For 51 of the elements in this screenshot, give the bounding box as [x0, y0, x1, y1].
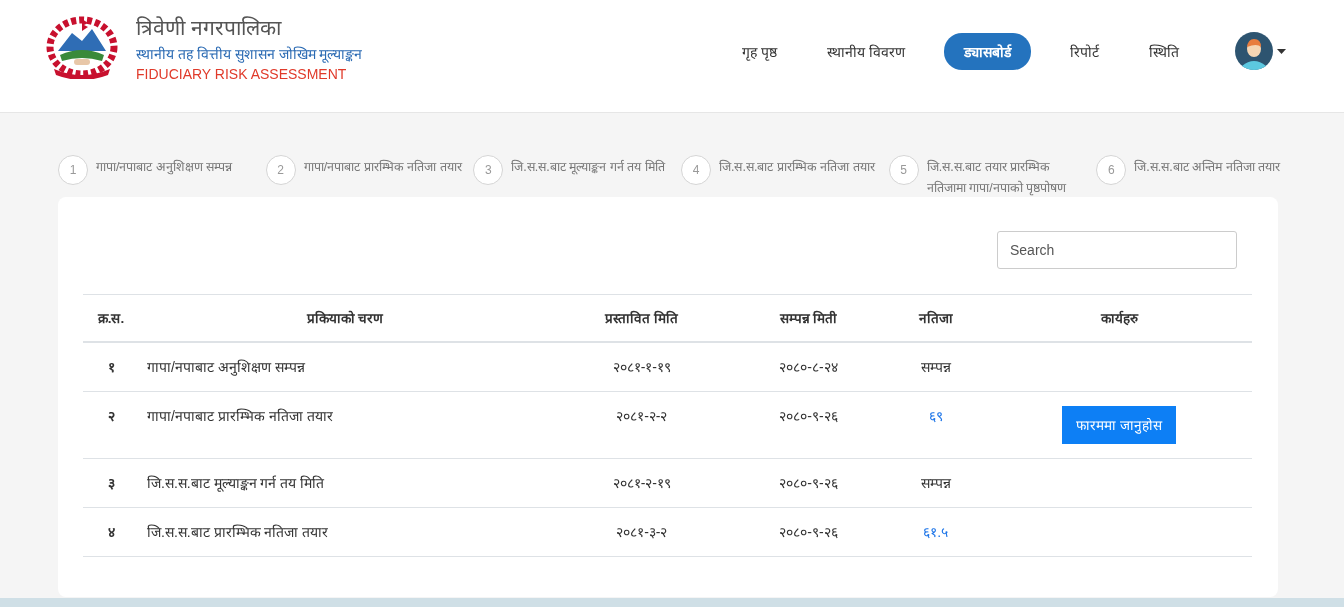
column-header: प्रकियाको चरण [139, 294, 552, 342]
nav-link[interactable]: गृह पृष्ठ [731, 33, 789, 69]
table-cell: २०८१-२-१९ [612, 475, 671, 491]
table-cell: जि.स.स.बाट मूल्याङ्कन गर्न तय मिति [147, 475, 325, 491]
app-subtitle: स्थानीय तह वित्तीय सुशासन जोखिम मूल्याङ्कन [136, 44, 363, 63]
step-number: 3 [473, 155, 504, 185]
column-header: सम्पन्न मिती [732, 294, 885, 342]
nav-link[interactable]: स्थानीय विवरण [816, 33, 916, 69]
go-to-form-button[interactable]: फारममा जानुहोस [1062, 406, 1177, 444]
table-cell: २०८०-९-२६ [779, 475, 838, 491]
table-cell: गापा/नपाबाट प्रारम्भिक नतिजा तयार [147, 408, 333, 424]
caret-icon[interactable] [1277, 48, 1286, 54]
table-cell: २०८१-१-१९ [612, 359, 671, 375]
column-header: प्रस्तावित मिति [551, 294, 733, 342]
step-label: जि.स.स.बाट तयार प्रारम्भिक नतिजामा गापा/नपाको पृष्ठपोषण [926, 158, 1068, 198]
step-number: 6 [1096, 155, 1127, 185]
column-header: कार्यहरु [986, 294, 1252, 342]
step-label: जि.स.स.बाट प्रारम्भिक नतिजा तयार [719, 158, 875, 176]
table-cell: ३ [107, 475, 115, 491]
step-number: 2 [265, 155, 296, 185]
step-label: गापा/नपाबाट अनुशिक्षण सम्पन्न [96, 158, 233, 177]
nav-link[interactable]: ड्यासबोर्ड [944, 32, 1031, 70]
step-number: 1 [58, 155, 88, 185]
table-cell: ४ [107, 524, 115, 540]
table-cell: गापा/नपाबाट अनुशिक्षण सम्पन्न [147, 359, 305, 375]
table-cell: जि.स.स.बाट प्रारम्भिक नतिजा तयार [147, 524, 329, 540]
table-cell: सम्पन्न [920, 359, 951, 375]
nav-link[interactable]: स्थिति [1138, 33, 1190, 69]
step-label: जि.स.स.बाट मूल्याङ्कन गर्न तय मिति [511, 158, 665, 177]
step-label: गापा/नपाबाट प्रारम्भिक नतिजा तयार [303, 158, 462, 176]
step-label: जि.स.स.बाट अन्तिम नतिजा तयार [1134, 158, 1281, 176]
table-cell: २०८०-९-२६ [779, 524, 838, 540]
table-cell: २०८१-३-२ [616, 524, 668, 540]
column-header: नतिजा [884, 294, 987, 342]
nav-link[interactable]: रिपोर्ट [1059, 33, 1110, 69]
result-link[interactable]: ६९ [928, 408, 943, 424]
table-cell: २०८०-८-२४ [779, 359, 838, 375]
result-link[interactable]: ६१.५ [923, 524, 949, 540]
municipality-title: त्रिवेणी नगरपालिका [136, 14, 283, 41]
emblem-logo-icon [44, 15, 120, 79]
user-avatar-icon[interactable] [1235, 32, 1273, 70]
column-header: क्र.स. [83, 294, 139, 342]
app-tagline: FIDUCIARY RISK ASSESSMENT [136, 65, 348, 82]
step-number: 5 [888, 155, 919, 185]
step-number: 4 [681, 155, 711, 185]
table-cell: सम्पन्न [920, 475, 951, 491]
table-cell: २ [107, 408, 115, 424]
table-cell: २०८०-९-२६ [779, 408, 838, 424]
table-cell: १ [107, 359, 115, 375]
table-cell: २०८१-२-२ [616, 408, 668, 424]
search-field[interactable]: Search [997, 231, 1237, 269]
